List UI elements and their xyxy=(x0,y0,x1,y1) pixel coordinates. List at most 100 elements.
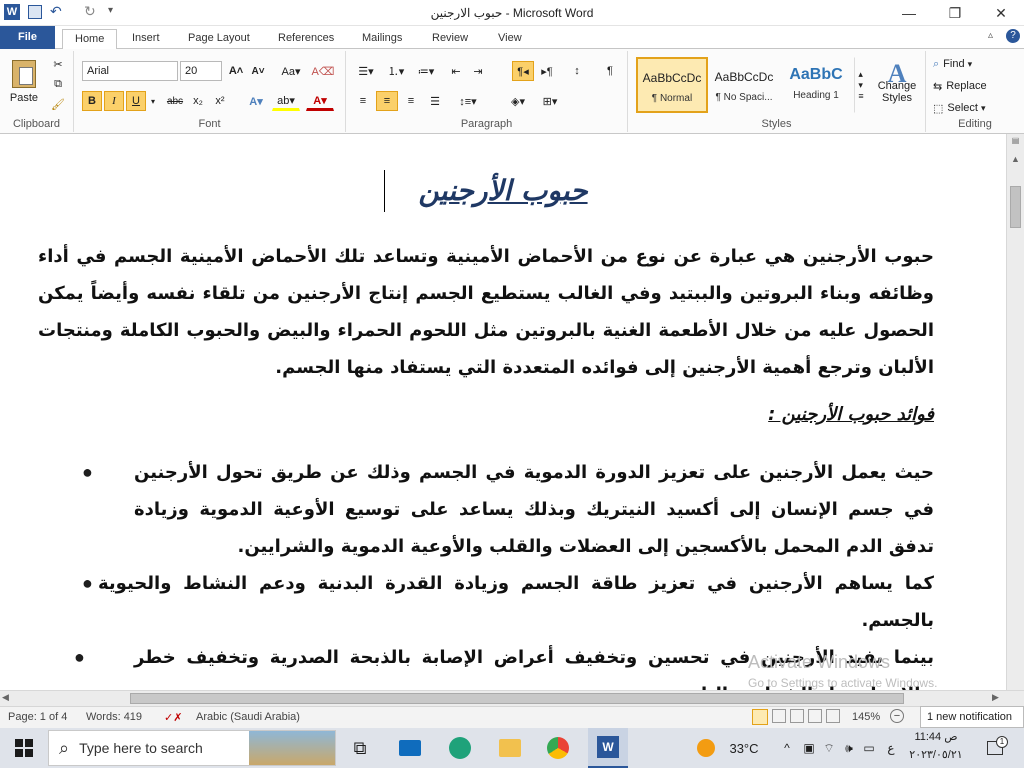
find-button[interactable]: ⌕ Find ▾ xyxy=(932,55,973,73)
format-painter-icon[interactable]: 🖌 xyxy=(48,95,68,113)
outline-view-icon[interactable] xyxy=(808,709,822,723)
subscript-button[interactable]: x₂ xyxy=(188,91,208,111)
web-layout-icon[interactable] xyxy=(790,709,804,723)
notification-toast[interactable]: 1 new notification xyxy=(920,706,1024,728)
style-heading-1[interactable]: AaBbC Heading 1 xyxy=(780,57,852,113)
mail-icon[interactable] xyxy=(390,728,430,768)
wifi-icon[interactable]: ⌔ xyxy=(820,728,838,768)
tab-page-layout[interactable]: Page Layout xyxy=(176,29,262,49)
highlight-color-icon[interactable]: ab▾ xyxy=(272,91,300,111)
clock-time[interactable]: 11:44 ص xyxy=(906,730,966,743)
cut-icon[interactable]: ✂ xyxy=(48,55,68,73)
draft-view-icon[interactable] xyxy=(826,709,840,723)
tab-home[interactable]: Home xyxy=(62,29,118,50)
scroll-left-icon[interactable]: ◀ xyxy=(2,692,9,703)
weather-icon[interactable] xyxy=(694,728,718,768)
scroll-right-icon[interactable]: ▶ xyxy=(992,692,999,703)
volume-icon[interactable]: 🕪 xyxy=(840,728,858,768)
taskbar-search[interactable]: ⌕ Type here to search xyxy=(48,730,336,766)
shrink-font-icon[interactable]: A˅ xyxy=(248,61,268,81)
print-layout-view-icon[interactable] xyxy=(752,709,768,725)
ltr-direction-icon[interactable]: ▸¶ xyxy=(536,61,558,81)
shading-icon[interactable]: ◈▾ xyxy=(504,91,532,111)
strikethrough-button[interactable]: abc xyxy=(164,91,186,111)
tab-file[interactable]: File xyxy=(0,26,55,49)
task-view-icon[interactable]: ⧉ xyxy=(340,728,380,768)
search-placeholder[interactable]: Type here to search xyxy=(79,740,203,756)
font-color-icon[interactable]: A▾ xyxy=(306,91,334,111)
horizontal-scroll-thumb[interactable] xyxy=(130,693,904,704)
list-item[interactable]: ● حيث يعمل الأرجنين على تعزيز الدورة الد… xyxy=(38,454,934,565)
styles-gallery-more-icon[interactable]: ▴ ▾ ≡ xyxy=(854,57,868,113)
battery-icon[interactable]: ▭ xyxy=(860,728,878,768)
font-name-box[interactable]: Arial xyxy=(82,61,178,81)
grow-font-icon[interactable]: A˄ xyxy=(226,61,246,81)
list-item[interactable]: ● كما يساهم الأرجنين في تعزيز طاقة الجسم… xyxy=(38,565,934,639)
chrome-icon[interactable] xyxy=(538,728,578,768)
underline-dropdown-icon[interactable]: ▾ xyxy=(148,91,158,111)
italic-button[interactable]: I xyxy=(104,91,124,111)
select-button[interactable]: ⬚ Select ▾ xyxy=(932,99,987,117)
list-item-text[interactable]: حيث يعمل الأرجنين على تعزيز الدورة الدمو… xyxy=(134,454,934,565)
tab-review[interactable]: Review xyxy=(420,29,480,49)
document-area[interactable]: حبوب الأرجنين حبوب الأرجنين هي عبارة عن … xyxy=(0,134,1006,690)
weather-temperature[interactable]: 33°C xyxy=(724,728,764,768)
help-icon[interactable]: ? xyxy=(1006,29,1020,43)
numbering-icon[interactable]: ⒈▾ xyxy=(382,61,410,81)
superscript-button[interactable]: x² xyxy=(210,91,230,111)
file-explorer-icon[interactable] xyxy=(490,728,530,768)
clear-formatting-icon[interactable]: A⌫ xyxy=(312,61,335,81)
justify-icon[interactable]: ☰ xyxy=(424,91,446,111)
paragraph-intro[interactable]: حبوب الأرجنين هي عبارة عن نوع من الأحماض… xyxy=(38,238,934,386)
vertical-scrollbar[interactable]: ▤ ▲ xyxy=(1006,134,1024,690)
language-indicator[interactable]: Arabic (Saudi Arabia) xyxy=(196,711,300,723)
show-formatting-icon[interactable]: ¶ xyxy=(600,61,620,81)
list-item-text[interactable]: كما يساهم الأرجنين في تعزيز طاقة الجسم و… xyxy=(98,565,934,639)
word-count[interactable]: Words: 419 xyxy=(86,711,142,723)
change-styles-button[interactable]: A Change Styles xyxy=(872,55,922,117)
align-right-icon[interactable]: ≡ xyxy=(400,91,422,111)
maximize-button[interactable]: ❐ xyxy=(932,0,978,26)
borders-icon[interactable]: ⊞▾ xyxy=(536,91,564,111)
tab-view[interactable]: View xyxy=(486,29,534,49)
document-title[interactable]: حبوب الأرجنين xyxy=(0,174,1006,207)
ruler-toggle-icon[interactable]: ▤ xyxy=(1009,136,1022,148)
zoom-level[interactable]: 145% xyxy=(852,711,880,723)
align-center-icon[interactable]: ≡ xyxy=(376,91,398,111)
collapse-ribbon-icon[interactable]: ▵ xyxy=(988,30,993,41)
proofing-icon[interactable]: ✓✗ xyxy=(164,711,182,724)
change-case-icon[interactable]: Aa▾ xyxy=(278,61,304,81)
replace-button[interactable]: ⇆ Replace xyxy=(932,77,988,95)
benefits-heading[interactable]: فوائد حبوب الأرجنين : xyxy=(38,404,934,425)
text-effects-icon[interactable]: A▾ xyxy=(244,91,268,111)
scroll-up-icon[interactable]: ▲ xyxy=(1009,154,1022,164)
tab-mailings[interactable]: Mailings xyxy=(350,29,414,49)
paste-button[interactable]: Paste xyxy=(4,53,44,111)
clock-date[interactable]: ٢٠٢٣/٠٥/٢١ xyxy=(906,748,966,761)
sort-icon[interactable]: ↕ xyxy=(566,61,588,81)
increase-indent-icon[interactable]: ⇥ xyxy=(468,61,488,81)
document-page[interactable]: حبوب الأرجنين حبوب الأرجنين هي عبارة عن … xyxy=(0,134,1006,690)
zoom-out-icon[interactable]: − xyxy=(890,709,904,723)
bullets-icon[interactable]: ☰▾ xyxy=(352,61,380,81)
edge-icon[interactable] xyxy=(440,728,480,768)
input-language[interactable]: ع xyxy=(882,728,900,768)
underline-button[interactable]: U xyxy=(126,91,146,111)
multilevel-list-icon[interactable]: ≔▾ xyxy=(412,61,440,81)
hidden-icons-chevron-icon[interactable]: ^ xyxy=(778,728,796,768)
search-highlight-image[interactable] xyxy=(249,731,335,765)
align-left-icon[interactable]: ≡ xyxy=(352,91,374,111)
font-size-box[interactable]: 20 xyxy=(180,61,222,81)
style-no-spacing[interactable]: AaBbCcDc ¶ No Spaci... xyxy=(708,57,780,113)
line-spacing-icon[interactable]: ↕≡▾ xyxy=(454,91,482,111)
bold-button[interactable]: B xyxy=(82,91,102,111)
horizontal-scrollbar[interactable]: ◀ ▶ xyxy=(0,690,1024,706)
start-button[interactable] xyxy=(4,728,44,768)
style-normal[interactable]: AaBbCcDc ¶ Normal xyxy=(636,57,708,113)
page-count[interactable]: Page: 1 of 4 xyxy=(8,711,67,723)
decrease-indent-icon[interactable]: ⇤ xyxy=(446,61,466,81)
minimize-button[interactable]: — xyxy=(886,0,932,26)
action-center-icon[interactable]: 1 xyxy=(980,728,1010,768)
word-taskbar-icon[interactable]: W xyxy=(588,728,628,768)
close-button[interactable]: ✕ xyxy=(978,0,1024,26)
